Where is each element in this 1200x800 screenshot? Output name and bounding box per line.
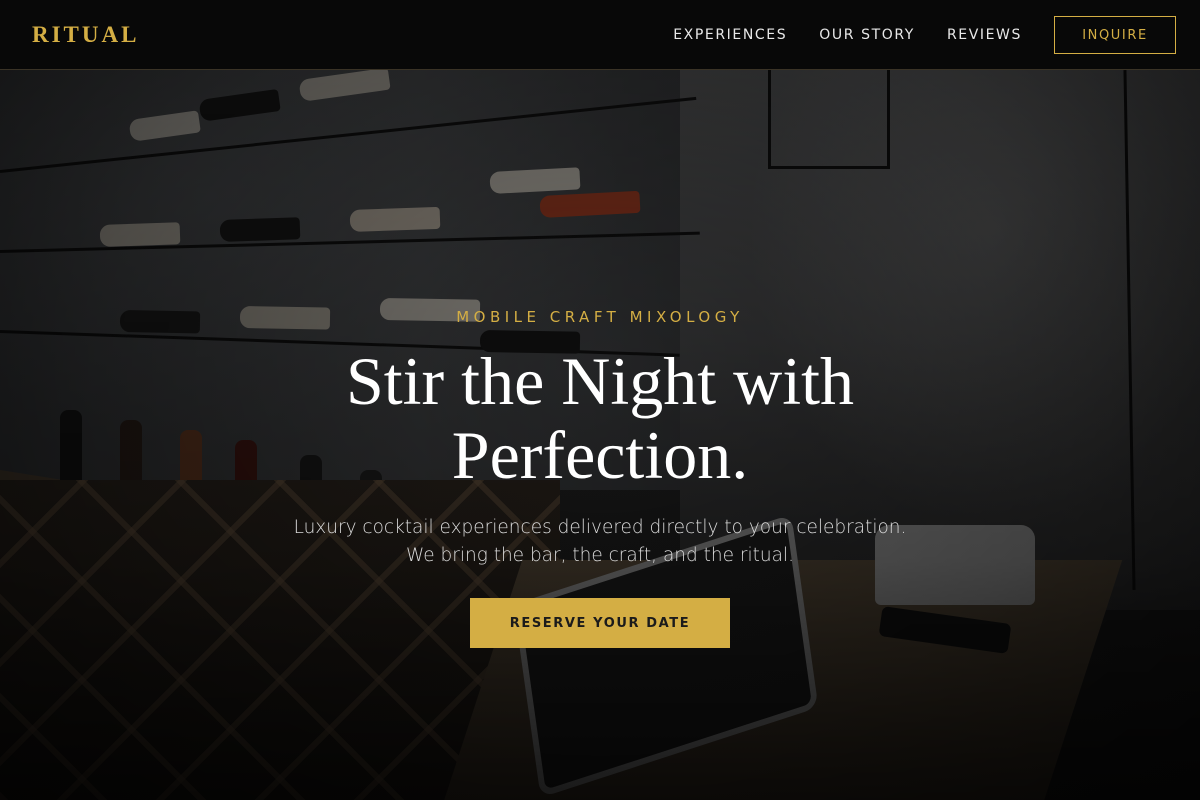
hero-headline-line1: Stir the Night with bbox=[345, 343, 855, 419]
hero-subtext-line2: We bring the bar, the craft, and the rit… bbox=[406, 545, 794, 566]
nav-link-reviews[interactable]: REVIEWS bbox=[947, 27, 1022, 43]
hero-subtext-line1: Luxury cocktail experiences delivered di… bbox=[293, 517, 907, 538]
nav-link-experiences[interactable]: EXPERIENCES bbox=[673, 27, 787, 43]
brand-logo[interactable]: RITUAL bbox=[32, 22, 139, 48]
top-navbar: RITUAL EXPERIENCES OUR STORY REVIEWS INQ… bbox=[0, 0, 1200, 70]
primary-nav: EXPERIENCES OUR STORY REVIEWS INQUIRE bbox=[673, 16, 1176, 54]
reserve-date-button[interactable]: RESERVE YOUR DATE bbox=[470, 598, 730, 648]
nav-link-our-story[interactable]: OUR STORY bbox=[819, 27, 915, 43]
hero-eyebrow: MOBILE CRAFT MIXOLOGY bbox=[456, 308, 744, 326]
hero-subtext: Luxury cocktail experiences delivered di… bbox=[200, 514, 1000, 570]
inquire-button[interactable]: INQUIRE bbox=[1054, 16, 1176, 54]
hero-headline: Stir the Night with Perfection. bbox=[200, 344, 1000, 492]
hero-headline-line2: Perfection. bbox=[451, 417, 749, 493]
